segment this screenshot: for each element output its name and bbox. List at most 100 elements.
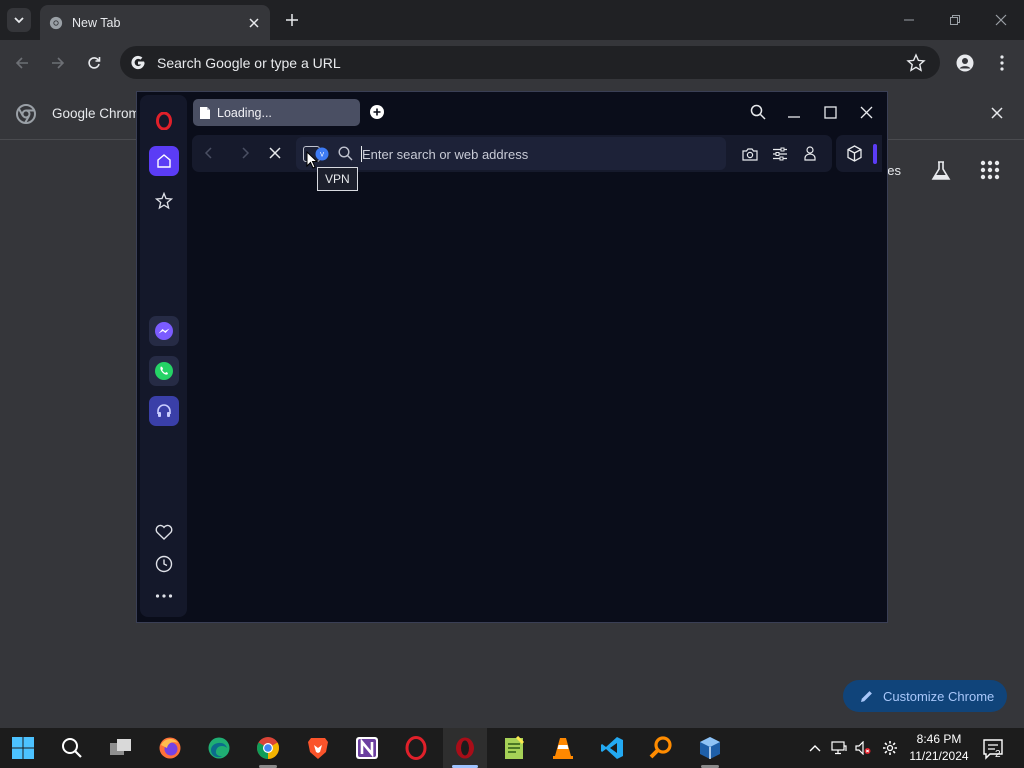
infobar-text: Google Chrom	[52, 106, 140, 121]
taskbar-opera-gx[interactable]	[443, 728, 487, 768]
tray-settings[interactable]	[882, 740, 898, 756]
edge-icon	[208, 737, 230, 759]
sidebar-item-history[interactable]	[149, 549, 179, 579]
close-window-button[interactable]	[990, 9, 1012, 31]
sidebar-item-whatsapp[interactable]	[149, 356, 179, 386]
back-button[interactable]	[11, 52, 33, 74]
tray-volume[interactable]	[855, 740, 871, 756]
omnibox[interactable]: Search Google or type a URL	[120, 46, 940, 79]
reload-icon	[88, 57, 101, 69]
new-tab-button[interactable]	[282, 10, 302, 30]
start-button[interactable]	[9, 734, 37, 762]
network-icon	[831, 741, 847, 755]
sidebar-item-favorites[interactable]	[149, 517, 179, 547]
plus-icon	[286, 14, 298, 26]
taskbar-notion[interactable]	[353, 734, 381, 762]
opera-sidebar	[140, 95, 187, 617]
taskbar-everything-search[interactable]	[647, 734, 675, 762]
sidebar-item-messenger[interactable]	[149, 316, 179, 346]
opera-toolbar: V Enter search or web address	[192, 135, 832, 172]
opera-maximize-button[interactable]	[820, 102, 840, 122]
opera-stop-button[interactable]	[266, 144, 284, 162]
opera-tab-title: Loading...	[217, 105, 272, 120]
extensions-cube-icon[interactable]	[846, 145, 863, 162]
opera-address-placeholder: Enter search or web address	[362, 147, 529, 162]
customize-chrome-button[interactable]: Customize Chrome	[843, 680, 1007, 712]
tray-overflow-button[interactable]	[807, 740, 823, 756]
taskbar-opera[interactable]	[402, 734, 430, 762]
taskbar-virtualbox[interactable]	[696, 734, 724, 762]
brave-lion-icon	[308, 738, 328, 759]
easy-setup-button[interactable]	[771, 145, 788, 162]
forward-button[interactable]	[47, 52, 69, 74]
notification-count-badge: 2	[995, 749, 1001, 760]
sidebar-item-pinboards[interactable]	[149, 186, 179, 216]
speaker-muted-icon	[855, 741, 871, 755]
opera-forward-button[interactable]	[236, 144, 254, 162]
taskbar-brave[interactable]	[304, 734, 332, 762]
taskbar-chrome[interactable]	[254, 734, 282, 762]
chrome-tab-title: New Tab	[72, 15, 121, 30]
opera-new-tab-button[interactable]	[369, 104, 385, 120]
chevron-right-icon	[242, 147, 250, 159]
tab-search-button[interactable]	[7, 8, 31, 32]
chrome-tab-new-tab[interactable]: New Tab	[40, 5, 270, 40]
opera-close-button[interactable]	[856, 102, 876, 122]
progress-indicator	[873, 144, 877, 164]
vscode-icon	[601, 737, 623, 759]
opera-search-tabs-button[interactable]	[748, 102, 768, 122]
messenger-icon	[155, 322, 173, 340]
taskbar-edge[interactable]	[205, 734, 233, 762]
taskbar-vscode[interactable]	[598, 734, 626, 762]
opera-icon	[405, 736, 427, 760]
opera-menu-button[interactable]	[149, 106, 179, 136]
whatsapp-icon	[155, 362, 173, 380]
arrow-right-icon	[52, 57, 65, 69]
opera-minimize-button[interactable]	[784, 102, 804, 122]
close-icon[interactable]	[988, 104, 1006, 122]
google-apps-button[interactable]	[980, 160, 1002, 182]
chevron-left-icon	[204, 147, 212, 159]
opera-tab-loading[interactable]: Loading...	[193, 99, 360, 126]
taskbar-clock[interactable]: 8:46 PM 11/21/2024	[906, 731, 972, 765]
arrow-left-icon	[15, 57, 28, 69]
profile-button[interactable]	[954, 52, 976, 74]
taskbar-search-button[interactable]	[58, 734, 86, 762]
reload-button[interactable]	[83, 52, 105, 74]
sidebar-item-home[interactable]	[149, 146, 179, 176]
taskbar-notepad-plus[interactable]	[500, 734, 528, 762]
chrome-menu-button[interactable]	[991, 52, 1013, 74]
restore-button[interactable]	[944, 9, 966, 31]
task-view-button[interactable]	[107, 734, 135, 762]
minimize-button[interactable]	[898, 9, 920, 31]
tab-close-button[interactable]	[244, 13, 264, 33]
windows-logo-icon	[12, 737, 34, 759]
pinboard-icon	[155, 192, 173, 210]
chrome-tabstrip: New Tab	[0, 0, 1024, 40]
bookmark-star-icon[interactable]	[906, 52, 926, 73]
sidebar-item-music-player[interactable]	[149, 396, 179, 426]
close-icon	[249, 17, 259, 28]
snapshot-button[interactable]	[741, 145, 758, 162]
google-g-icon	[131, 55, 145, 69]
tray-network[interactable]	[831, 740, 847, 756]
chrome-logo-icon	[16, 104, 36, 124]
virtualbox-cube-icon	[700, 737, 720, 759]
taskbar-firefox[interactable]	[156, 734, 184, 762]
clock-date: 11/21/2024	[909, 749, 969, 763]
mouse-pointer-icon	[306, 151, 318, 169]
heart-icon	[155, 524, 173, 540]
opera-address-bar[interactable]: V Enter search or web address	[296, 137, 726, 170]
taskbar-vlc[interactable]	[549, 734, 577, 762]
chrome-toolbar: Search Google or type a URL	[0, 40, 1024, 86]
labs-button[interactable]	[930, 160, 952, 182]
opera-back-button[interactable]	[200, 144, 218, 162]
opera-account-button[interactable]	[801, 145, 818, 162]
sidebar-more-button[interactable]	[149, 581, 179, 611]
home-icon	[157, 154, 171, 168]
close-icon	[995, 14, 1007, 26]
notepad-plus-icon	[505, 736, 525, 759]
headphones-icon	[157, 404, 171, 417]
sliders-icon	[772, 147, 787, 160]
kebab-menu-icon	[1000, 55, 1004, 71]
